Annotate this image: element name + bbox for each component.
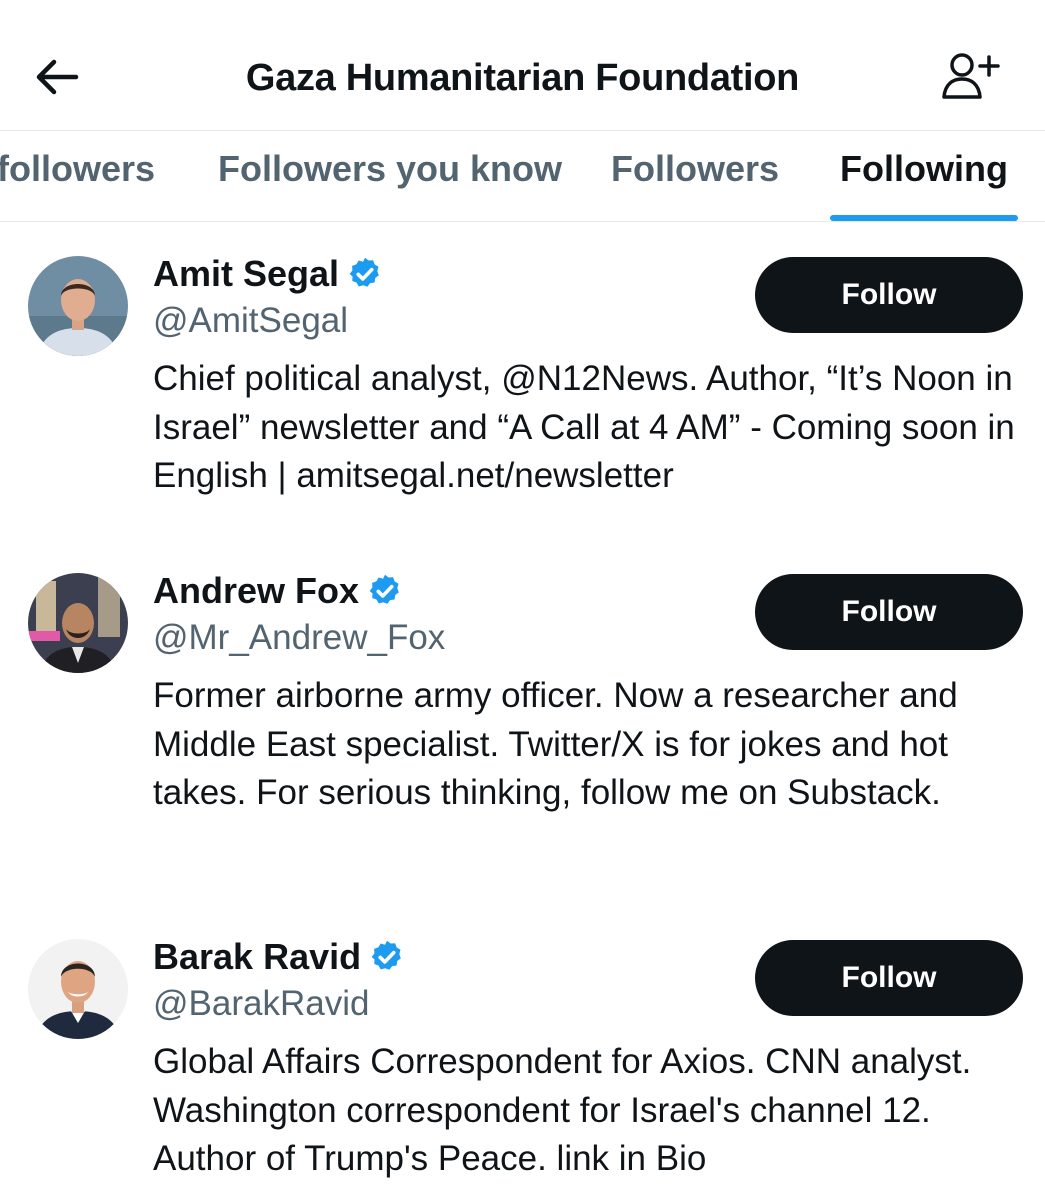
display-name: Andrew Fox (153, 570, 360, 611)
tab-bar: followers Followers you know Followers F… (0, 130, 1045, 222)
avatar[interactable] (28, 573, 128, 673)
user-handle: @Mr_Andrew_Fox (153, 618, 446, 657)
page-title: Gaza Humanitarian Foundation (245, 57, 800, 99)
active-tab-indicator (830, 215, 1018, 221)
add-person-icon[interactable] (936, 50, 1002, 104)
user-handle: @AmitSegal (153, 301, 349, 340)
tab-followers-you-know[interactable]: Followers you know (218, 131, 562, 221)
user-handle: @BarakRavid (153, 984, 370, 1023)
avatar[interactable] (28, 256, 128, 356)
user-bio: Global Affairs Correspondent for Axios. … (153, 1042, 972, 1178)
name-row: Amit Segal (153, 252, 383, 296)
verified-badge-icon (367, 573, 403, 609)
follow-button[interactable]: Follow (755, 574, 1023, 650)
user-bio: Chief political analyst, @N12News. Autho… (153, 359, 1015, 495)
name-row: Barak Ravid (153, 935, 405, 979)
tab-followers[interactable]: Followers (611, 131, 779, 221)
follow-button[interactable]: Follow (755, 940, 1023, 1016)
follow-button[interactable]: Follow (755, 257, 1023, 333)
name-row: Andrew Fox (153, 569, 403, 613)
top-bar: Gaza Humanitarian Foundation (0, 0, 1045, 130)
verified-badge-icon (347, 256, 383, 292)
avatar[interactable] (28, 939, 128, 1039)
verified-badge-icon (369, 939, 405, 975)
arrow-left-icon[interactable] (30, 52, 86, 102)
tab-following[interactable]: Following (840, 131, 1008, 221)
user-bio: Former airborne army officer. Now a rese… (153, 676, 958, 812)
display-name: Amit Segal (153, 253, 340, 294)
tab-verified-followers[interactable]: followers (0, 131, 155, 221)
display-name: Barak Ravid (153, 936, 362, 977)
